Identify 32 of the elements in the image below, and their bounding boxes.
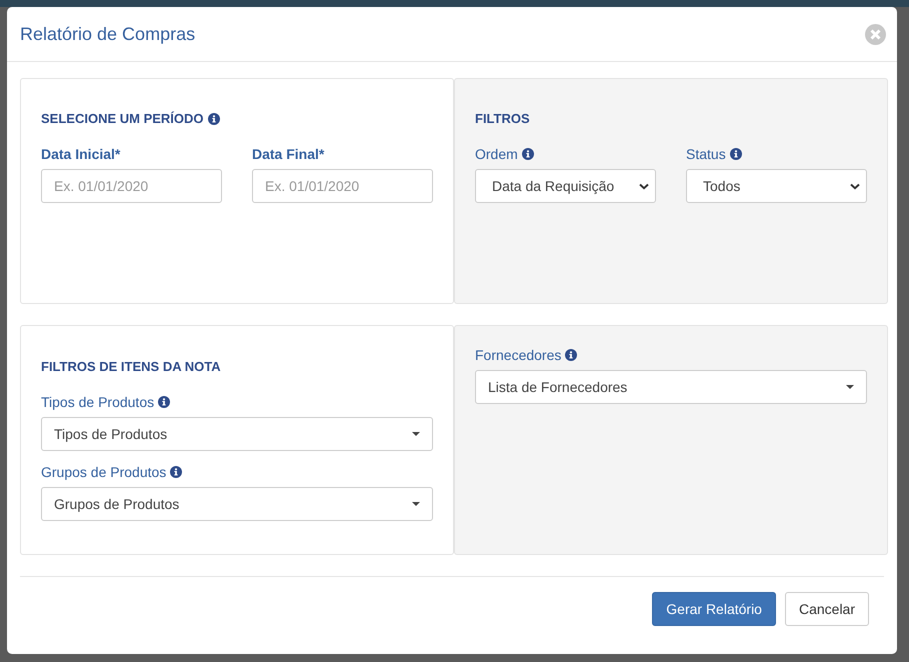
chevron-down-icon (639, 182, 649, 190)
info-icon (208, 112, 220, 124)
select-field[interactable]: Grupos de Produtos (41, 487, 433, 521)
field-label: Status (686, 146, 726, 162)
info-icon (170, 466, 182, 478)
select-field[interactable]: Todos (686, 169, 867, 203)
info-icon (522, 148, 534, 160)
select-field[interactable]: Lista de Fornecedores (475, 370, 867, 404)
section-heading: FILTROS DE ITENS DA NOTA (41, 359, 221, 374)
field-label: Ordem (475, 146, 518, 162)
close-icon[interactable] (865, 24, 886, 44)
field-label: Grupos de Produtos (41, 464, 166, 480)
caret-down-icon (412, 432, 420, 436)
section-heading: FILTROS (475, 111, 530, 126)
info-icon (565, 349, 578, 361)
chevron-down-icon (850, 182, 860, 190)
info-icon (158, 396, 170, 408)
dialog-title: Relatório de Compras (20, 24, 196, 44)
date-input[interactable]: Ex. 01/01/2020 (41, 169, 222, 203)
select-field[interactable]: Tipos de Produtos (41, 417, 433, 451)
field-label: Tipos de Produtos (41, 394, 154, 410)
info-icon (730, 148, 742, 160)
caret-down-icon (846, 385, 854, 389)
generate-report-button[interactable]: Gerar Relatório (652, 592, 776, 626)
select-field[interactable]: Data da Requisição (475, 169, 656, 203)
field-label: Data Inicial* (41, 146, 120, 162)
field-label: Data Final* (252, 146, 324, 162)
date-input[interactable]: Ex. 01/01/2020 (252, 169, 433, 203)
field-label: Fornecedores (475, 347, 562, 363)
section-heading: SELECIONE UM PERÍODO (41, 111, 204, 126)
caret-down-icon (412, 502, 420, 506)
cancel-button[interactable]: Cancelar (784, 592, 869, 626)
